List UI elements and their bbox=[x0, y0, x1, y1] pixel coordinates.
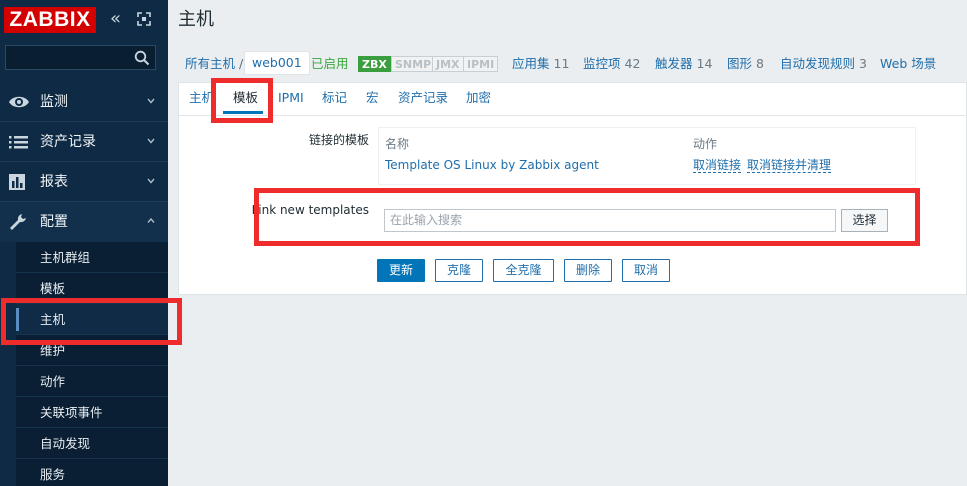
wrench-icon bbox=[10, 214, 26, 230]
host-status-enabled[interactable]: 已启用 bbox=[311, 56, 349, 72]
kiosk-mode-icon[interactable] bbox=[137, 12, 151, 26]
link-discovery-rules[interactable]: 自动发现规则 3 bbox=[780, 56, 867, 72]
nav-label: 配置 bbox=[40, 214, 68, 230]
tab-host[interactable]: 主机 bbox=[189, 90, 214, 106]
full-clone-button[interactable]: 全克隆 bbox=[493, 259, 554, 282]
tab-tags[interactable]: 标记 bbox=[322, 90, 347, 106]
select-template-button[interactable]: 选择 bbox=[841, 209, 888, 232]
nav-configuration[interactable]: 配置 bbox=[0, 202, 168, 242]
link-applications[interactable]: 应用集 11 bbox=[512, 56, 569, 72]
active-tab-indicator bbox=[223, 111, 263, 114]
tab-macros[interactable]: 宏 bbox=[366, 90, 379, 106]
column-action-header: 动作 bbox=[693, 137, 718, 151]
unlink-action[interactable]: 取消链接 bbox=[693, 158, 742, 173]
nav-reports[interactable]: 报表 bbox=[0, 162, 168, 202]
nav-monitoring[interactable]: 监测 bbox=[0, 82, 168, 122]
linked-templates-label: 链接的模板 bbox=[308, 133, 369, 147]
config-submenu: 主机群组 模板 主机 维护 动作 关联项事件 自动发现 服务 bbox=[16, 242, 168, 486]
link-graphs[interactable]: 图形 8 bbox=[727, 56, 764, 72]
nav-label: 报表 bbox=[40, 174, 68, 190]
chevron-down-icon bbox=[147, 98, 155, 104]
update-button[interactable]: 更新 bbox=[377, 259, 425, 282]
link-triggers[interactable]: 触发器 14 bbox=[655, 56, 712, 72]
breadcrumb-separator: / bbox=[239, 56, 244, 71]
search-icon[interactable] bbox=[134, 50, 150, 66]
unlink-and-clear-action[interactable]: 取消链接并清理 bbox=[747, 158, 832, 173]
nav-inventory[interactable]: 资产记录 bbox=[0, 122, 168, 162]
host-form-panel: 主机 模板 IPMI 标记 宏 资产记录 加密 链接的模板 名称 动作 Temp… bbox=[178, 82, 967, 295]
logo-row: ZABBIX « bbox=[0, 0, 168, 40]
tab-templates[interactable]: 模板 bbox=[233, 90, 258, 106]
breadcrumb-all-hosts[interactable]: 所有主机 bbox=[185, 56, 235, 72]
submenu-hosts[interactable]: 主机 bbox=[16, 304, 168, 335]
sidebar: ZABBIX « 监测 资产记录 报表 配置 主机群组 模板 主机 维护 动作 … bbox=[0, 0, 168, 486]
tab-divider bbox=[179, 115, 966, 116]
tab-inventory[interactable]: 资产记录 bbox=[398, 90, 448, 106]
availability-snmp: SNMP bbox=[391, 56, 436, 72]
submenu-actions[interactable]: 动作 bbox=[16, 366, 168, 397]
link-new-templates-label: Link new templates bbox=[251, 203, 369, 217]
availability-jmx: JMX bbox=[432, 56, 464, 72]
submenu-maintenance[interactable]: 维护 bbox=[16, 335, 168, 366]
chevron-down-icon bbox=[147, 178, 155, 184]
nav-label: 监测 bbox=[40, 94, 68, 110]
link-web-scenarios[interactable]: Web 场景 bbox=[880, 56, 936, 72]
submenu-templates[interactable]: 模板 bbox=[16, 273, 168, 304]
tab-ipmi[interactable]: IPMI bbox=[278, 90, 304, 106]
eye-icon bbox=[9, 96, 29, 108]
availability-zbx: ZBX bbox=[358, 56, 391, 72]
delete-button[interactable]: 删除 bbox=[564, 259, 612, 282]
column-name-header: 名称 bbox=[385, 137, 410, 151]
chevron-down-icon bbox=[147, 138, 155, 144]
template-search-input[interactable]: 在此输入搜索 bbox=[384, 209, 836, 232]
collapse-sidebar-icon[interactable]: « bbox=[110, 9, 128, 29]
availability-ipmi: IPMI bbox=[463, 56, 499, 72]
host-navigation: 所有主机 / web001 已启用 ZBX SNMP JMX IPMI 应用集 … bbox=[168, 46, 967, 82]
linked-template-link[interactable]: Template OS Linux by Zabbix agent bbox=[385, 158, 599, 172]
zabbix-logo[interactable]: ZABBIX bbox=[4, 7, 96, 33]
sidebar-search-input[interactable] bbox=[5, 45, 156, 70]
submenu-discovery[interactable]: 自动发现 bbox=[16, 428, 168, 459]
list-icon bbox=[9, 136, 28, 149]
page-title: 主机 bbox=[178, 9, 214, 30]
cancel-button[interactable]: 取消 bbox=[622, 259, 670, 282]
clone-button[interactable]: 克隆 bbox=[435, 259, 483, 282]
linked-templates-table: 名称 动作 Template OS Linux by Zabbix agent … bbox=[378, 127, 916, 185]
nav-label: 资产记录 bbox=[40, 134, 96, 150]
tab-encryption[interactable]: 加密 bbox=[466, 90, 491, 106]
link-items[interactable]: 监控项 42 bbox=[583, 56, 640, 72]
chevron-up-icon bbox=[147, 217, 155, 223]
submenu-services[interactable]: 服务 bbox=[16, 459, 168, 486]
bar-chart-icon bbox=[9, 174, 25, 190]
submenu-host-groups[interactable]: 主机群组 bbox=[16, 242, 168, 273]
breadcrumb-current-host[interactable]: web001 bbox=[244, 51, 310, 75]
submenu-event-correlation[interactable]: 关联项事件 bbox=[16, 397, 168, 428]
